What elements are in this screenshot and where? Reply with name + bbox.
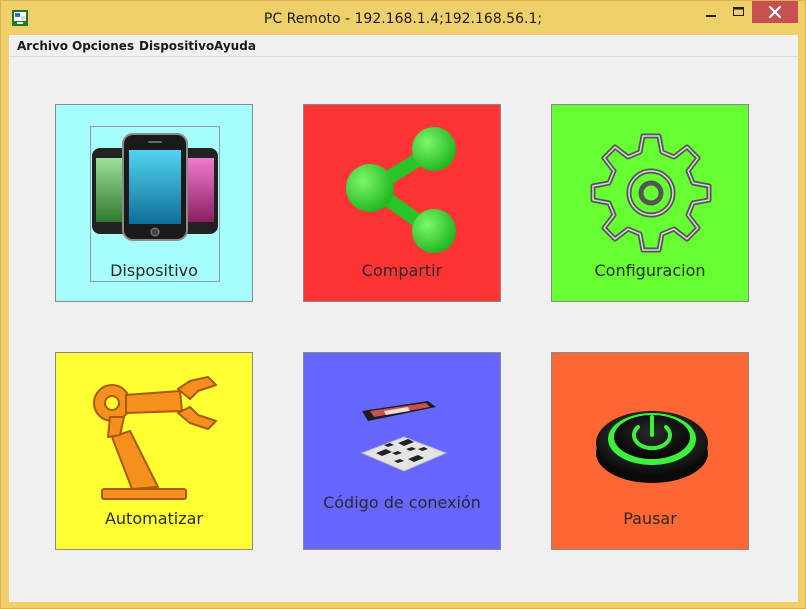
- tile-label: Código de conexión: [323, 493, 481, 512]
- maximize-button[interactable]: [725, 1, 752, 23]
- menu-dispositivo[interactable]: Dispositivo: [139, 35, 214, 56]
- menu-opciones[interactable]: Opciones: [72, 35, 134, 56]
- robot-arm-icon: [93, 376, 217, 500]
- maximize-icon: [733, 7, 744, 16]
- tile-label: Pausar: [623, 509, 677, 528]
- smartphones-icon: [92, 133, 218, 241]
- menu-bar: Archivo Opciones Dispositivo Ayuda: [9, 35, 798, 57]
- qr-code-phone-icon: [360, 401, 448, 472]
- close-icon: [768, 5, 782, 19]
- close-button[interactable]: [752, 1, 798, 23]
- main-panel: Dispositivo Compartir Configuracion Auto…: [9, 57, 798, 602]
- minimize-button[interactable]: [697, 1, 725, 23]
- tile-configuracion[interactable]: Configuracion: [551, 104, 749, 302]
- app-window: PC Remoto - 192.168.1.4;192.168.56.1; Ar…: [0, 0, 806, 609]
- menu-archivo[interactable]: Archivo: [17, 35, 68, 56]
- power-button-icon: [596, 411, 708, 483]
- title-bar[interactable]: PC Remoto - 192.168.1.4;192.168.56.1;: [1, 1, 805, 35]
- tile-automatizar[interactable]: Automatizar: [55, 352, 253, 550]
- tile-label: Compartir: [361, 261, 443, 280]
- menu-ayuda[interactable]: Ayuda: [214, 35, 256, 56]
- tile-label: Configuracion: [594, 261, 706, 280]
- tile-label: Dispositivo: [110, 261, 198, 280]
- gear-icon: [590, 133, 712, 253]
- window-title: PC Remoto - 192.168.1.4;192.168.56.1;: [263, 11, 543, 27]
- tile-compartir[interactable]: Compartir: [303, 104, 501, 302]
- tile-pausar[interactable]: Pausar: [551, 352, 749, 550]
- tile-codigo-conexion[interactable]: Código de conexión: [303, 352, 501, 550]
- tile-label: Automatizar: [104, 509, 204, 528]
- minimize-icon: [706, 15, 716, 17]
- share-icon: [346, 127, 456, 253]
- tile-dispositivo[interactable]: Dispositivo: [55, 104, 253, 302]
